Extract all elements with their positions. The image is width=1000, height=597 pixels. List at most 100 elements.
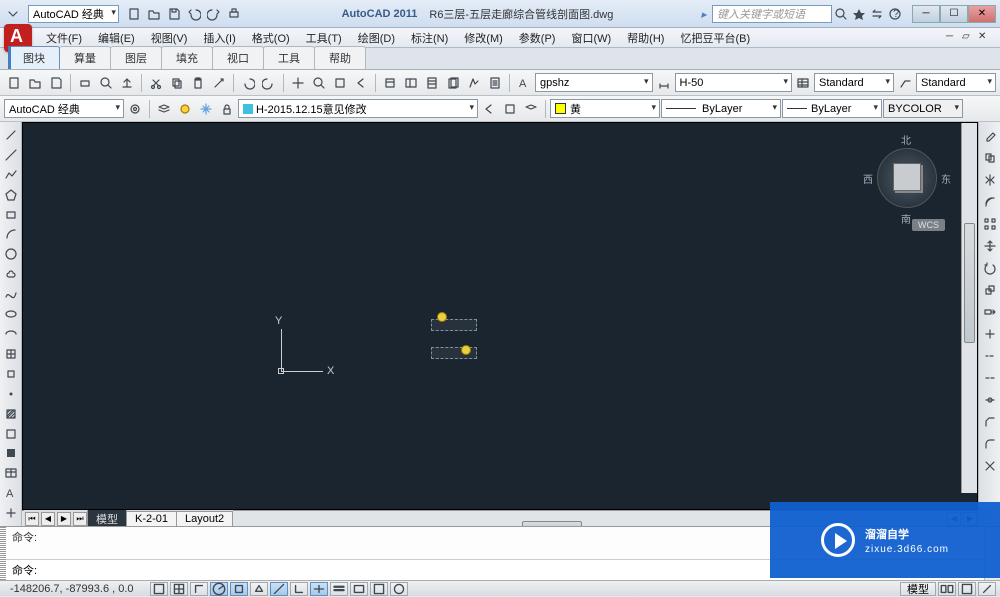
workspace-dropdown[interactable]: AutoCAD 经典 (28, 5, 119, 23)
help-search-input[interactable]: ▸ 键入关键字或短语 (712, 5, 832, 23)
workspace-dropdown-2[interactable]: AutoCAD 经典 (4, 99, 124, 118)
region-icon[interactable] (2, 445, 20, 463)
qp-toggle[interactable] (370, 582, 388, 596)
layer-state-icon[interactable] (500, 99, 520, 119)
menu-format[interactable]: 格式(O) (244, 28, 298, 48)
menu-dimension[interactable]: 标注(N) (403, 28, 456, 48)
viewcube-top-face[interactable] (893, 163, 921, 191)
qat-arrow-icon[interactable] (4, 5, 22, 23)
menu-platform[interactable]: 忆把豆平台(B) (672, 28, 758, 48)
snap-toggle[interactable] (150, 582, 168, 596)
addselected-icon[interactable] (2, 504, 20, 522)
copy-icon[interactable] (167, 73, 187, 93)
ellipse-arc-icon[interactable] (2, 325, 20, 343)
layout-last-icon[interactable]: ⏭ (73, 512, 87, 526)
mleaderstyle-dropdown[interactable]: Standard (916, 73, 996, 92)
publish-icon[interactable] (117, 73, 137, 93)
insert-block-icon[interactable] (2, 345, 20, 363)
tab-quantity[interactable]: 算量 (59, 46, 111, 69)
cut-icon[interactable] (146, 73, 166, 93)
menu-help[interactable]: 帮助(H) (619, 28, 672, 48)
mtext-icon[interactable]: A (2, 484, 20, 502)
tab-tool[interactable]: 工具 (263, 46, 315, 69)
modelspace-button[interactable]: 模型 (900, 582, 936, 596)
quickcalc-icon[interactable] (485, 73, 505, 93)
layout-next-icon[interactable]: ▶ (57, 512, 71, 526)
workspace-settings-icon[interactable] (125, 99, 145, 119)
linetype-dropdown[interactable]: ByLayer (661, 99, 781, 118)
menu-window[interactable]: 窗口(W) (563, 28, 619, 48)
layout-tab-2[interactable]: Layout2 (176, 511, 233, 527)
zoom-window-icon[interactable] (330, 73, 350, 93)
arc-icon[interactable] (2, 226, 20, 244)
extend-icon[interactable] (980, 346, 1000, 366)
tab-viewport[interactable]: 视口 (212, 46, 264, 69)
polygon-icon[interactable] (2, 186, 20, 204)
ellipse-icon[interactable] (2, 305, 20, 323)
minimize-button[interactable]: ─ (912, 5, 940, 23)
tpy-toggle[interactable] (350, 582, 368, 596)
undo-tb-icon[interactable] (238, 73, 258, 93)
textstyle-dropdown[interactable]: gpshz (535, 73, 653, 92)
preview-icon[interactable] (96, 73, 116, 93)
open-file-icon[interactable] (25, 73, 45, 93)
move-icon[interactable] (980, 236, 1000, 256)
array-icon[interactable] (980, 214, 1000, 234)
properties-icon[interactable] (380, 73, 400, 93)
mdi-close-button[interactable]: ✕ (978, 31, 992, 45)
menu-modify[interactable]: 修改(M) (456, 28, 511, 48)
rotate-icon[interactable] (980, 258, 1000, 278)
menu-view[interactable]: 视图(V) (143, 28, 196, 48)
tablestyle-icon[interactable] (793, 73, 813, 93)
quickview-layouts-icon[interactable] (938, 582, 956, 596)
mleaderstyle-icon[interactable] (895, 73, 915, 93)
mdi-minimize-button[interactable]: ─ (946, 31, 960, 45)
infocenter-search-icon[interactable] (832, 5, 850, 23)
point-icon[interactable] (2, 385, 20, 403)
new-file-icon[interactable] (4, 73, 24, 93)
maximize-button[interactable]: ☐ (940, 5, 968, 23)
lineweight-dropdown[interactable]: ByLayer (782, 99, 882, 118)
polyline-icon[interactable] (2, 166, 20, 184)
tablestyle-dropdown[interactable]: Standard (814, 73, 894, 92)
sc-toggle[interactable] (390, 582, 408, 596)
plot-icon[interactable] (75, 73, 95, 93)
lwt-toggle[interactable] (330, 582, 348, 596)
spline-icon[interactable] (2, 285, 20, 303)
undo-icon[interactable] (185, 5, 203, 23)
dyninput-toggle[interactable] (310, 582, 328, 596)
menu-draw[interactable]: 绘图(D) (350, 28, 403, 48)
sheetset-icon[interactable] (443, 73, 463, 93)
grid-toggle[interactable] (170, 582, 188, 596)
copyobj-icon[interactable] (980, 148, 1000, 168)
circle-icon[interactable] (2, 245, 20, 263)
tab-layer[interactable]: 图层 (110, 46, 162, 69)
chamfer-icon[interactable] (980, 412, 1000, 432)
matchprop-icon[interactable] (209, 73, 229, 93)
trim-icon[interactable] (980, 324, 1000, 344)
close-button[interactable]: ✕ (968, 5, 996, 23)
mdi-restore-button[interactable]: ▱ (962, 31, 976, 45)
plotstyle-dropdown[interactable]: BYCOLOR (883, 99, 963, 118)
ducs-toggle[interactable] (290, 582, 308, 596)
tab-block[interactable]: 图块 (8, 46, 60, 69)
explode-icon[interactable] (980, 456, 1000, 476)
save-file-icon[interactable] (46, 73, 66, 93)
pan-icon[interactable] (288, 73, 308, 93)
redo-tb-icon[interactable] (259, 73, 279, 93)
otrack-toggle[interactable] (270, 582, 288, 596)
scale-icon[interactable] (980, 280, 1000, 300)
print-icon[interactable] (225, 5, 243, 23)
polar-toggle[interactable] (210, 582, 228, 596)
xline-icon[interactable] (2, 146, 20, 164)
menu-edit[interactable]: 编辑(E) (90, 28, 143, 48)
fillet-icon[interactable] (980, 434, 1000, 454)
textstyle-icon[interactable]: A (514, 73, 534, 93)
stretch-icon[interactable] (980, 302, 1000, 322)
menu-insert[interactable]: 插入(I) (195, 28, 243, 48)
offset-icon[interactable] (980, 192, 1000, 212)
exchange-icon[interactable] (868, 5, 886, 23)
tab-hatch[interactable]: 填充 (161, 46, 213, 69)
erase-icon[interactable] (980, 126, 1000, 146)
layer-status-icon[interactable] (175, 99, 195, 119)
